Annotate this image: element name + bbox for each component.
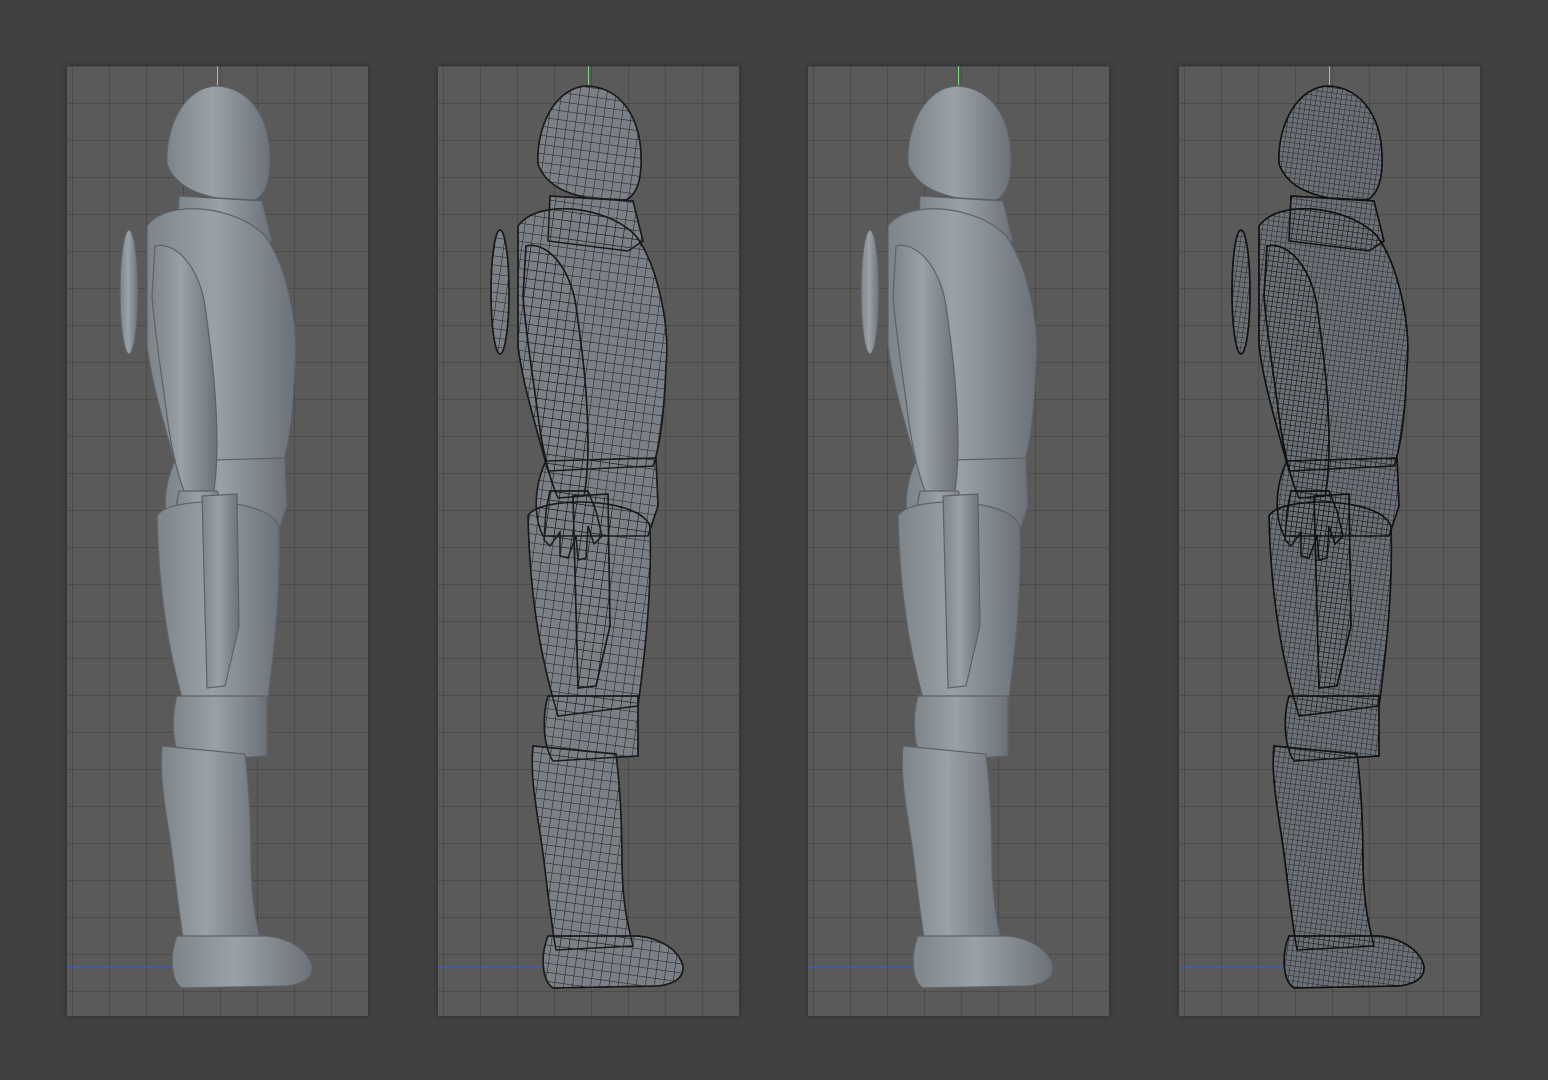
viewport-4[interactable] [1179, 66, 1480, 1016]
viewport-1[interactable] [67, 66, 368, 1016]
viewport-2[interactable] [438, 66, 739, 1016]
character-model-shaded-subdivided[interactable] [808, 66, 1109, 1016]
viewport-3[interactable] [808, 66, 1109, 1016]
character-model-wireframe-dense[interactable] [1179, 66, 1480, 1016]
character-model-shaded[interactable] [67, 66, 368, 1016]
character-model-wireframe[interactable] [438, 66, 739, 1016]
